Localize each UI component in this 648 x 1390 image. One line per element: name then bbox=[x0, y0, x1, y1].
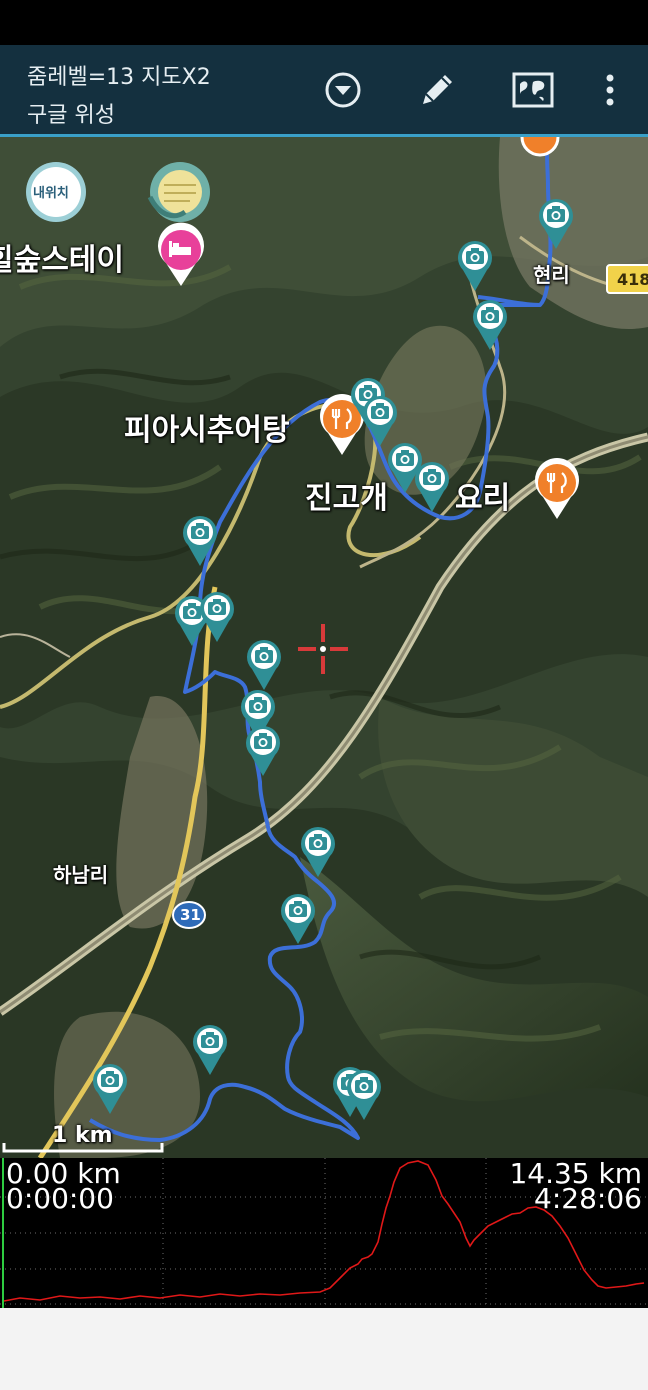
scale-label: 1 km bbox=[52, 1123, 113, 1148]
status-bar bbox=[0, 0, 648, 45]
route-badge-31-label: 31 bbox=[180, 906, 201, 924]
bottom-area bbox=[0, 1308, 648, 1390]
dropdown-button[interactable] bbox=[320, 67, 366, 113]
more-vert-icon bbox=[606, 74, 614, 106]
place-label-restaurant2-suffix: 요리 bbox=[455, 481, 511, 516]
app-toolbar: 줌레벨=13 지도X2 구글 위성 bbox=[0, 45, 648, 137]
map-layers-button[interactable] bbox=[510, 67, 556, 113]
map-type-label: 구글 위성 bbox=[27, 103, 115, 128]
satellite-imagery bbox=[0, 137, 648, 1158]
my-location-label: 내위치 bbox=[33, 186, 69, 201]
start-time: 0:00:00 bbox=[6, 1182, 114, 1215]
place-label-restaurant2: 진고개 bbox=[305, 481, 388, 516]
more-options-button[interactable] bbox=[587, 67, 633, 113]
place-label-restaurant1: 피아시추어탕 bbox=[124, 413, 290, 448]
total-time: 4:28:06 bbox=[534, 1182, 642, 1215]
map-icon bbox=[512, 72, 554, 108]
place-label-village1: 하남리 bbox=[53, 863, 109, 887]
edit-button[interactable] bbox=[414, 67, 460, 113]
note-button[interactable] bbox=[147, 162, 210, 222]
dropdown-circle-icon bbox=[325, 72, 361, 108]
zoom-level-label: 줌레벨=13 지도X2 bbox=[27, 65, 211, 90]
pencil-icon bbox=[423, 75, 452, 104]
place-label-village2: 현리 bbox=[533, 263, 570, 287]
place-label-stay: 힐숲스테이 bbox=[0, 243, 124, 278]
map-view[interactable]: 내위치 힐숲스테이 피아시추어탕 진고개 요리 하남리 현리 31 418 1 … bbox=[0, 137, 648, 1158]
route-badge-418-label: 418 bbox=[617, 270, 648, 289]
elevation-profile[interactable]: 0.00 km 0:00:00 14.35 km 4:28:06 bbox=[0, 1158, 648, 1308]
